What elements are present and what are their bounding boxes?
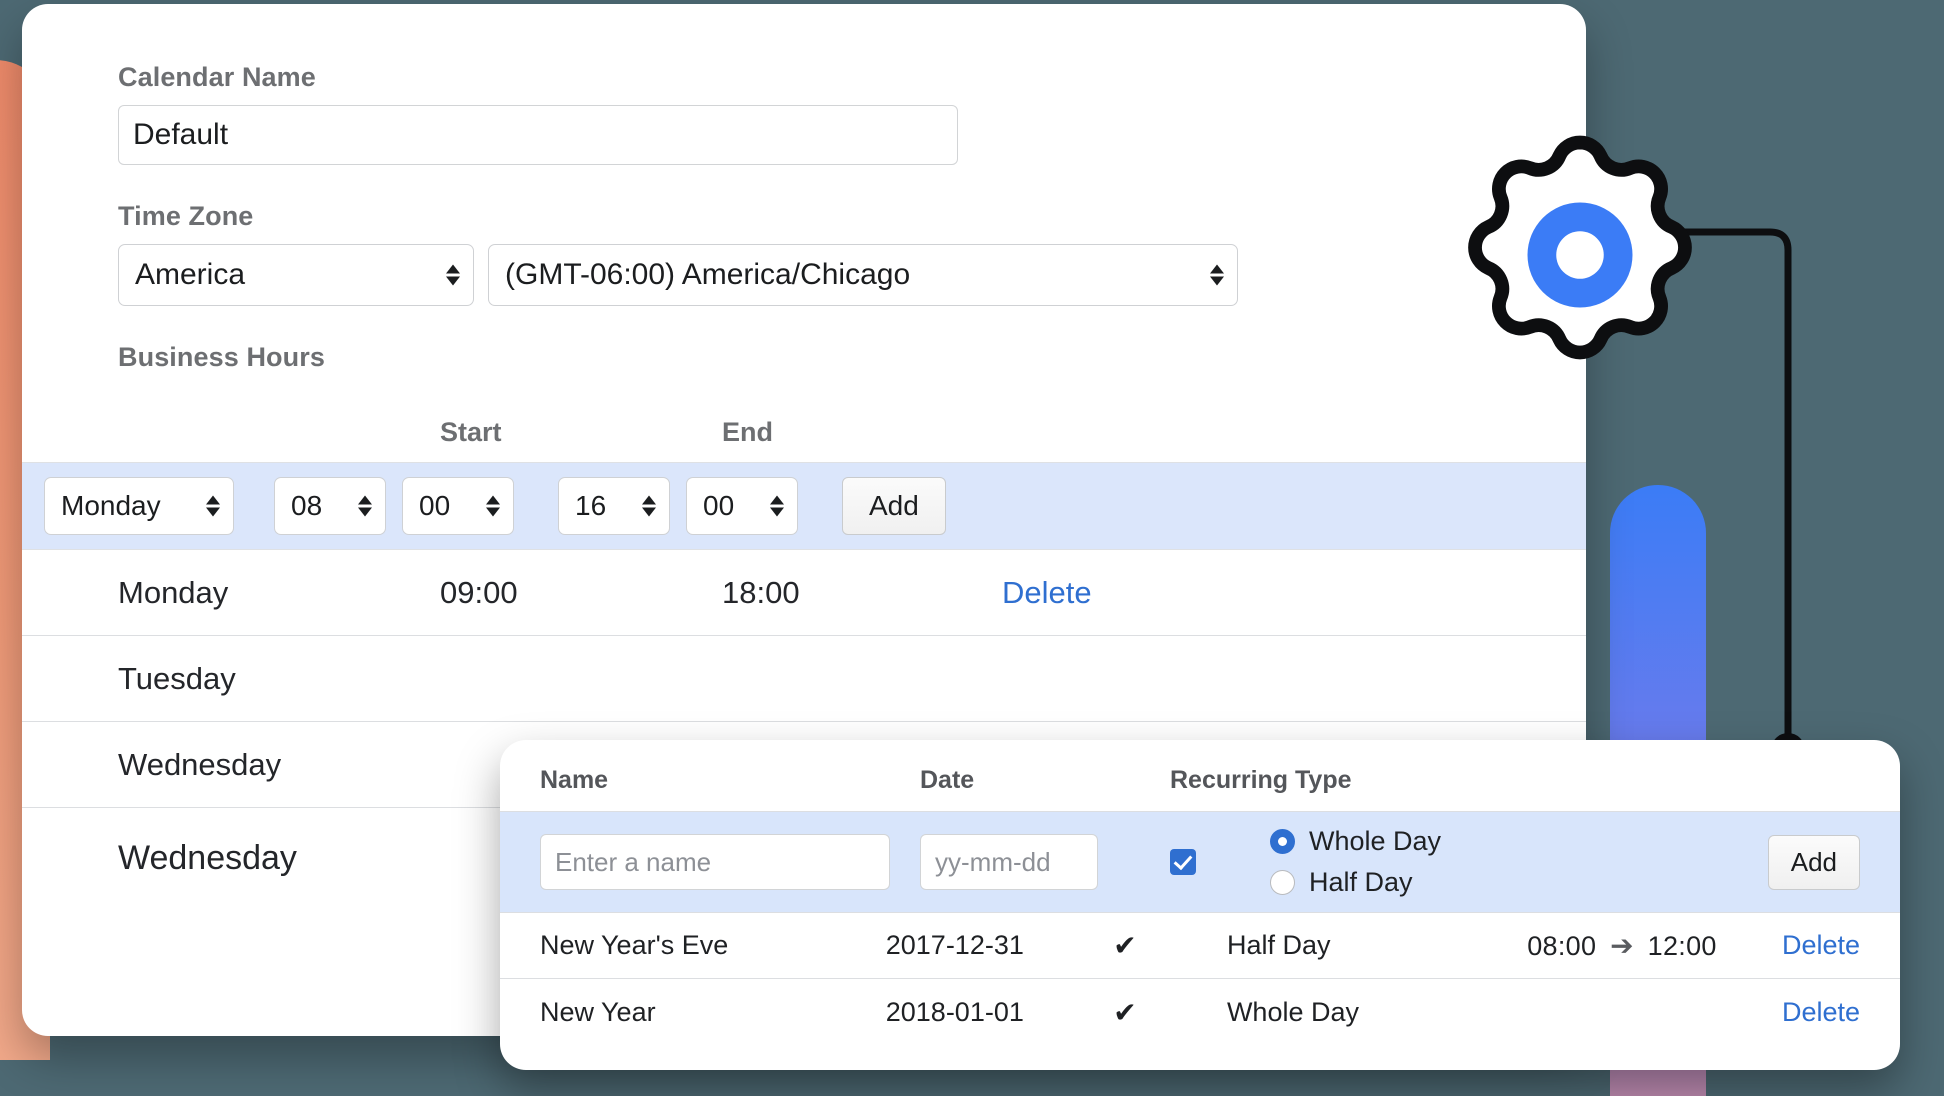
- stepper-arrows-icon: [446, 264, 460, 286]
- bh-col-end: End: [722, 417, 773, 447]
- stepper-arrows-icon: [486, 495, 500, 517]
- holiday-add-button[interactable]: Add: [1767, 834, 1860, 890]
- holiday-delete-link[interactable]: Delete: [1782, 997, 1860, 1028]
- bh-row-day: Tuesday: [118, 660, 236, 696]
- business-hours-header: Start End: [118, 417, 1490, 448]
- timezone-zone-value: (GMT-06:00) America/Chicago: [505, 258, 911, 291]
- table-row: New Year 2018-01-01 ✔ Whole Day Delete: [500, 979, 1900, 1045]
- gear-icon: [1455, 130, 1705, 380]
- holiday-name: New Year: [540, 996, 656, 1027]
- bh-end-hour-value: 16: [575, 490, 607, 521]
- table-row: New Year's Eve 2017-12-31 ✔ Half Day 08:…: [500, 913, 1900, 979]
- check-icon: ✔: [1113, 996, 1137, 1028]
- holidays-editor-row: Whole Day Half Day Add: [500, 811, 1900, 913]
- business-hours-editor-row: Monday 08 00 16 00 Add: [22, 462, 1586, 550]
- time-zone-label: Time Zone: [118, 201, 254, 231]
- bh-row-start: 09:00: [440, 574, 518, 610]
- calendar-name-input[interactable]: [118, 105, 958, 165]
- holiday-name-input[interactable]: [540, 834, 890, 890]
- bh-start-hour-select[interactable]: 08: [274, 477, 386, 535]
- holiday-time-end: 12:00: [1647, 931, 1717, 961]
- holiday-type-radio-group: Whole Day Half Day: [1270, 826, 1570, 898]
- holiday-date: 2018-01-01: [885, 996, 1024, 1027]
- holiday-time-start: 08:00: [1527, 931, 1597, 961]
- check-icon: ✔: [1113, 930, 1137, 961]
- arrow-right-icon: ➔: [1610, 930, 1634, 961]
- bh-start-minute-value: 00: [419, 490, 451, 521]
- calendar-name-label: Calendar Name: [118, 62, 316, 92]
- hol-col-name: Name: [540, 766, 609, 794]
- table-row: Tuesday: [22, 636, 1586, 722]
- hol-col-date: Date: [920, 766, 975, 794]
- bh-end-minute-select[interactable]: 00: [686, 477, 798, 535]
- business-hours-add-button[interactable]: Add: [842, 477, 946, 535]
- bh-row-end: 18:00: [722, 574, 800, 610]
- holiday-type: Whole Day: [1226, 996, 1359, 1027]
- holiday-recurring-checkbox[interactable]: [1170, 849, 1196, 875]
- timezone-area-value: America: [135, 258, 246, 291]
- bh-start-hour-value: 08: [291, 490, 323, 521]
- holidays-card: Name Date Recurring Type Whole Day Half …: [500, 740, 1900, 1070]
- holiday-type: Half Day: [1226, 930, 1331, 960]
- hol-col-type: Type: [1295, 766, 1352, 794]
- holiday-type-option-whole-day[interactable]: Whole Day: [1270, 826, 1570, 857]
- holiday-time-range: 08:00 ➔ 12:00: [1527, 929, 1782, 962]
- screenshot-stage: Calendar Name Time Zone America (GMT-06:…: [0, 0, 1944, 1096]
- bh-col-start: Start: [440, 417, 502, 447]
- bh-row-delete-link[interactable]: Delete: [1002, 575, 1092, 611]
- holidays-header: Name Date Recurring Type: [500, 740, 1900, 811]
- radio-unselected-icon[interactable]: [1270, 870, 1295, 895]
- timezone-area-select[interactable]: America: [118, 244, 474, 306]
- holiday-date-input[interactable]: [920, 834, 1098, 890]
- timezone-zone-select[interactable]: (GMT-06:00) America/Chicago: [488, 244, 1238, 306]
- bh-row-day: Monday: [118, 574, 229, 610]
- bh-start-minute-select[interactable]: 00: [402, 477, 514, 535]
- holiday-type-half-day-label: Half Day: [1309, 867, 1413, 897]
- bh-row-day: Wednesday: [118, 746, 282, 782]
- stepper-arrows-icon: [358, 495, 372, 517]
- bh-end-minute-value: 00: [703, 490, 735, 521]
- holiday-delete-link[interactable]: Delete: [1782, 930, 1860, 961]
- bh-col-day: [118, 417, 440, 448]
- holiday-type-option-half-day[interactable]: Half Day: [1270, 867, 1570, 898]
- stepper-arrows-icon: [770, 495, 784, 517]
- holiday-name: New Year's Eve: [540, 930, 729, 960]
- bh-day-value: Monday: [61, 490, 161, 521]
- stepper-arrows-icon: [1210, 264, 1224, 286]
- hol-col-recurring: Recurring: [1170, 766, 1289, 794]
- bh-end-hour-select[interactable]: 16: [558, 477, 670, 535]
- business-hours-label: Business Hours: [118, 342, 325, 372]
- bh-day-select[interactable]: Monday: [44, 477, 234, 535]
- holiday-date: 2017-12-31: [885, 930, 1024, 960]
- bh-row-day: Wednesday: [118, 838, 297, 877]
- holiday-type-whole-day-label: Whole Day: [1309, 826, 1442, 856]
- stepper-arrows-icon: [206, 495, 220, 517]
- table-row: Monday 09:00 18:00 Delete: [22, 550, 1586, 636]
- radio-selected-icon[interactable]: [1270, 829, 1295, 854]
- stepper-arrows-icon: [642, 495, 656, 517]
- time-zone-row: America (GMT-06:00) America/Chicago: [118, 244, 1490, 306]
